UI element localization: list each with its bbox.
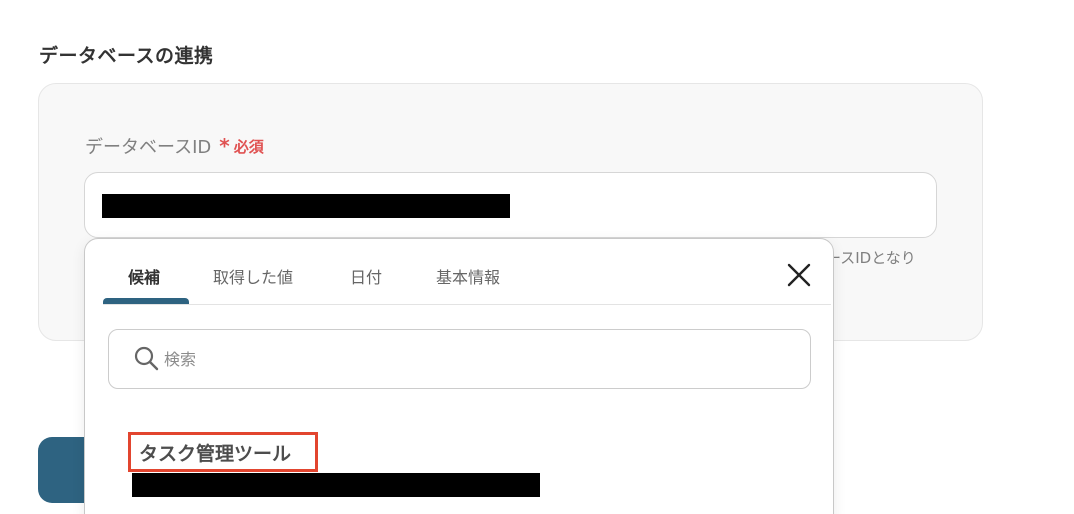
search-icon: [134, 346, 159, 371]
redacted-input-value: [102, 194, 510, 218]
helper-text: ースIDとなり: [826, 249, 916, 267]
section-title: データベースの連携: [39, 45, 214, 67]
close-button[interactable]: [786, 262, 812, 288]
tab-retrieved-values[interactable]: 取得した値: [213, 264, 293, 288]
required-text: 必須: [233, 137, 264, 156]
required-mark: *: [219, 134, 230, 158]
result-item-label: タスク管理ツール: [128, 432, 318, 472]
field-label-row: データベースID * 必須: [85, 133, 264, 159]
field-label: データベースID: [85, 137, 212, 158]
tab-date[interactable]: 日付: [350, 264, 382, 288]
tab-divider: [103, 304, 831, 305]
tab-basic-info[interactable]: 基本情報: [436, 264, 500, 288]
redacted-result-id: [132, 473, 540, 497]
search-icon-wrap: [133, 345, 159, 371]
search-input[interactable]: [164, 346, 764, 372]
tab-candidates[interactable]: 候補: [128, 264, 160, 288]
close-icon: [787, 263, 811, 287]
